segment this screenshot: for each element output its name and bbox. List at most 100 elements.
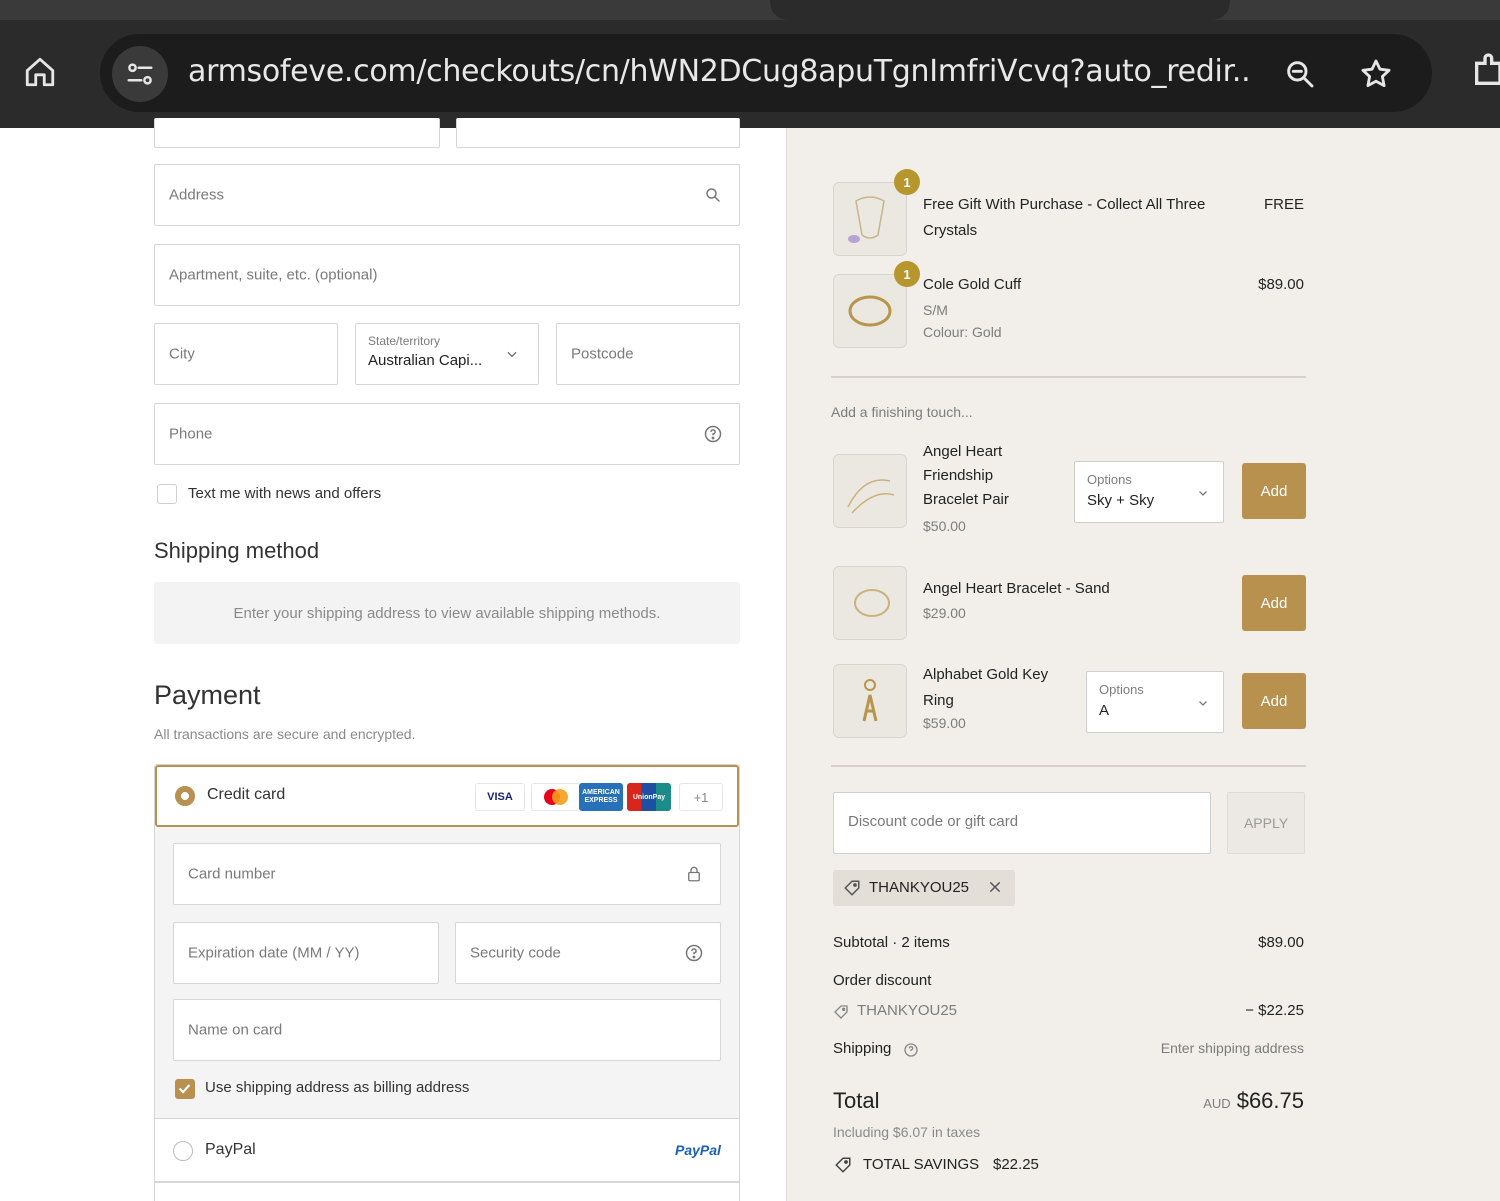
currency-code: AUD	[1203, 1096, 1231, 1111]
upsell-item-name: Alphabet Gold Key Ring	[923, 662, 1048, 714]
sms-optin-label: Text me with news and offers	[188, 485, 382, 502]
tag-icon	[843, 879, 861, 902]
remove-code-icon[interactable]	[987, 879, 1003, 900]
state-select[interactable]: State/territory Australian Capi...	[355, 323, 539, 385]
card-number-field[interactable]: Card number	[173, 843, 721, 905]
payment-subtext: All transactions are secure and encrypte…	[154, 726, 416, 742]
subtotal-value: $89.00	[1258, 934, 1304, 951]
first-name-field[interactable]	[154, 118, 440, 148]
paypal-radio[interactable]	[173, 1141, 193, 1161]
shipping-method-heading: Shipping method	[154, 538, 320, 563]
help-circle-icon[interactable]	[703, 424, 723, 444]
home-icon[interactable]	[18, 50, 62, 94]
shipping-notice: Enter your shipping address to view avai…	[154, 582, 740, 644]
cart-item-name: Cole Gold Cuff	[923, 276, 1022, 293]
expiry-placeholder: Expiration date (MM / YY)	[188, 944, 360, 962]
upsell-item-price: $59.00	[923, 715, 966, 731]
url-text[interactable]: armsofeve.com/checkouts/cn/hWN2DCug8apuT…	[188, 54, 1248, 89]
upsell-item-name: Angel Heart Friendship Bracelet Pair	[923, 440, 1009, 512]
options-value: A	[1099, 702, 1110, 719]
cart-item-name-line: Crystals	[923, 222, 978, 239]
state-label: State/territory	[368, 334, 441, 348]
shipping-label: Shipping	[833, 1040, 892, 1057]
city-placeholder: City	[169, 345, 195, 363]
product-thumbnail	[833, 664, 907, 738]
add-upsell-button[interactable]: Add	[1242, 463, 1306, 519]
address-bar[interactable]: armsofeve.com/checkouts/cn/hWN2DCug8apuT…	[100, 34, 1432, 112]
help-circle-icon[interactable]	[684, 943, 704, 963]
last-name-field[interactable]	[456, 118, 740, 148]
security-code-field[interactable]: Security code	[455, 922, 721, 984]
divider	[831, 765, 1306, 767]
billing-same-checkbox[interactable]	[175, 1079, 195, 1099]
state-value: Australian Capi...	[368, 352, 483, 369]
product-thumbnail	[833, 454, 907, 528]
sms-optin-checkbox[interactable]	[157, 484, 177, 504]
bookmark-star-icon[interactable]	[1356, 54, 1396, 94]
card-number-placeholder: Card number	[188, 865, 276, 883]
active-tab[interactable]	[770, 0, 1230, 20]
checkout-form-column: Address Apartment, suite, etc. (optional…	[0, 118, 786, 1201]
help-circle-icon[interactable]	[903, 1042, 919, 1063]
paypal-label: PayPal	[205, 1141, 256, 1158]
phone-placeholder: Phone	[169, 425, 213, 443]
chevron-down-icon	[1197, 486, 1209, 504]
options-label: Options	[1087, 472, 1132, 487]
credit-card-label: Credit card	[207, 786, 286, 803]
applied-code-text: THANKYOU25	[869, 879, 970, 896]
address-field[interactable]: Address	[154, 164, 740, 226]
more-cards-badge: +1	[679, 783, 723, 811]
credit-card-option[interactable]: Credit card VISA AMERICAN EXPRESS UnionP…	[155, 765, 739, 827]
apply-button[interactable]: APPLY	[1227, 792, 1305, 854]
cart-item-name-line: Free Gift With Purchase - Collect All Th…	[923, 196, 1206, 213]
expiry-field[interactable]: Expiration date (MM / YY)	[173, 922, 439, 984]
upsell-name-line: Ring	[923, 692, 954, 709]
cart-item-price: FREE	[1263, 196, 1304, 213]
billing-same-label: Use shipping address as billing address	[205, 1079, 470, 1096]
discount-code-input[interactable]: Discount code or gift card	[833, 792, 1211, 854]
credit-card-radio[interactable]	[175, 786, 195, 806]
apartment-field[interactable]: Apartment, suite, etc. (optional)	[154, 244, 740, 306]
mastercard-logo	[531, 783, 581, 811]
tab-strip	[0, 0, 1500, 20]
total-amount: AUD $66.75	[1203, 1088, 1304, 1114]
options-value: Sky + Sky	[1087, 492, 1155, 509]
add-upsell-button[interactable]: Add	[1242, 673, 1306, 729]
upsell-options-select[interactable]: Options Sky + Sky	[1074, 461, 1224, 523]
upsell-item-price: $29.00	[923, 605, 966, 621]
product-thumbnail	[833, 566, 907, 640]
site-info-icon[interactable]	[112, 46, 168, 102]
city-field[interactable]: City	[154, 323, 338, 385]
total-savings-label: TOTAL SAVINGS	[863, 1156, 980, 1173]
upsell-options-select[interactable]: Options A	[1086, 671, 1224, 733]
lock-icon	[684, 864, 704, 884]
tag-icon	[833, 1004, 849, 1025]
zoom-icon[interactable]	[1280, 54, 1320, 94]
name-on-card-placeholder: Name on card	[188, 1021, 283, 1039]
chevron-down-icon	[502, 344, 522, 364]
postcode-field[interactable]: Postcode	[556, 323, 740, 385]
order-discount-label: Order discount	[833, 972, 932, 989]
cart-item-variant: S/M	[923, 302, 948, 318]
cart-item-name: Free Gift With Purchase - Collect All Th…	[923, 192, 1205, 244]
product-thumbnail: 1	[833, 169, 920, 256]
divider	[155, 1181, 739, 1183]
discount-code-label: THANKYOU25	[857, 1002, 958, 1019]
extensions-icon[interactable]	[1470, 50, 1500, 94]
total-value: $66.75	[1236, 1088, 1304, 1113]
applied-code-tag: THANKYOU25	[833, 870, 1015, 906]
postcode-placeholder: Postcode	[571, 345, 634, 363]
quantity-badge: 1	[894, 261, 920, 287]
cart-item-colour: Colour: Gold	[923, 324, 1002, 340]
add-upsell-button[interactable]: Add	[1242, 575, 1306, 631]
unionpay-logo: UnionPay	[627, 783, 671, 811]
taxes-note: Including $6.07 in taxes	[833, 1124, 981, 1140]
tag-icon	[833, 1156, 853, 1179]
phone-field[interactable]: Phone	[154, 403, 740, 465]
name-on-card-field[interactable]: Name on card	[173, 999, 721, 1061]
cart-item-price: $89.00	[1258, 276, 1304, 293]
total-savings-value: $22.25	[993, 1156, 1039, 1173]
product-thumbnail: 1	[833, 261, 920, 348]
payment-options: Credit card VISA AMERICAN EXPRESS UnionP…	[154, 764, 740, 1201]
security-code-placeholder: Security code	[470, 944, 561, 962]
